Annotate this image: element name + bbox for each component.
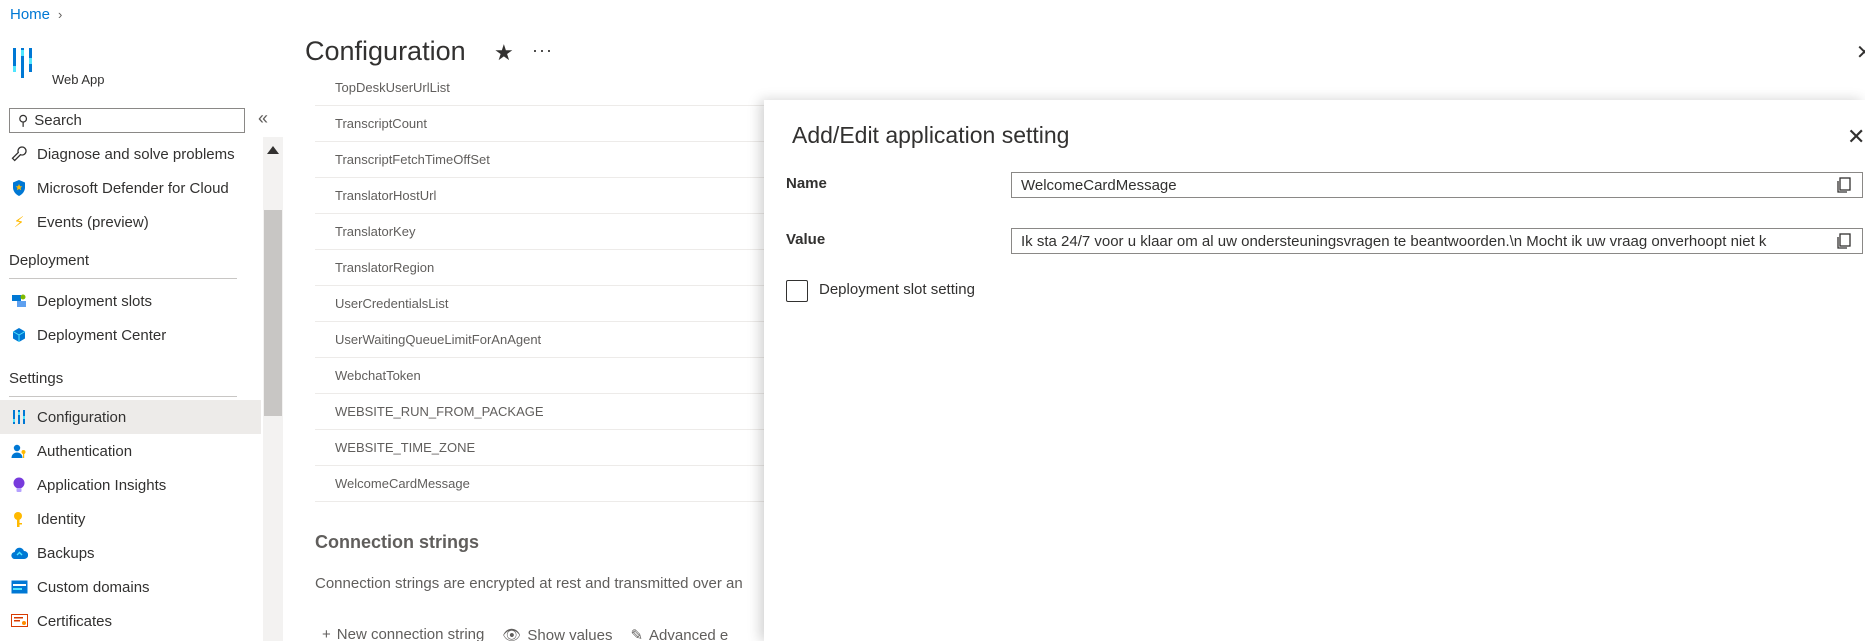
connection-strings-title: Connection strings [315, 532, 480, 552]
sidebar-item-backups[interactable]: Backups [0, 536, 261, 570]
sidebar-item-custom-domains[interactable]: Custom domains [0, 570, 261, 604]
scrollbar-thumb[interactable] [264, 210, 282, 416]
eye-icon: 👁 [502, 627, 522, 641]
section-divider [9, 278, 237, 279]
search-input[interactable]: ⚲ Search [9, 108, 245, 133]
list-item[interactable]: WEBSITE_TIME_ZONE [315, 430, 765, 466]
sidebar-item-deployment-center[interactable]: Deployment Center [0, 318, 261, 352]
plus-icon: + [322, 626, 331, 641]
scroll-up-icon[interactable] [267, 146, 279, 154]
new-connection-string-button[interactable]: + New connection string [322, 626, 484, 641]
list-item[interactable]: WEBSITE_RUN_FROM_PACKAGE [315, 394, 765, 430]
cube-icon [10, 326, 28, 344]
slots-icon [10, 292, 28, 310]
wrench-icon [10, 145, 28, 163]
list-item[interactable]: TopDeskUserUrlList [315, 70, 765, 106]
bulb-icon [10, 476, 28, 494]
show-values-button[interactable]: 👁 Show values [502, 626, 612, 641]
copy-icon[interactable] [1835, 233, 1852, 250]
section-deployment: Deployment [9, 252, 90, 269]
name-field-value: WelcomeCardMessage [1021, 176, 1177, 194]
app-logo-icon [13, 48, 32, 78]
breadcrumb-home-link[interactable]: Home [10, 6, 50, 23]
chevron-right-icon: › [58, 7, 63, 22]
list-item[interactable]: UserWaitingQueueLimitForAnAgent [315, 322, 765, 358]
app-subtitle: Web App [52, 72, 105, 87]
pencil-icon: ✎ [630, 627, 644, 641]
name-label: Name [786, 175, 827, 192]
connection-strings-toolbar: + New connection string 👁 Show values ✎ Adv… [322, 626, 728, 641]
sidebar-item-diagnose[interactable]: Diagnose and solve problems [0, 137, 261, 171]
list-item[interactable]: WebchatToken [315, 358, 765, 394]
favorite-star-icon[interactable]: ★ [494, 40, 514, 66]
connection-strings-description: Connection strings are encrypted at rest… [315, 575, 743, 592]
domain-icon [10, 578, 28, 596]
sidebar-item-application-insights[interactable]: Application Insights [0, 468, 261, 502]
list-item[interactable]: TranslatorHostUrl [315, 178, 765, 214]
breadcrumb: Home › [10, 6, 62, 23]
name-field[interactable]: WelcomeCardMessage [1011, 172, 1863, 198]
sidebar-item-defender[interactable]: Microsoft Defender for Cloud [0, 171, 261, 205]
sidebar: Diagnose and solve problems Microsoft De… [0, 137, 261, 641]
list-item[interactable]: WelcomeCardMessage [315, 466, 765, 502]
sidebar-item-deployment-slots[interactable]: Deployment slots [0, 284, 261, 318]
edit-setting-panel: Add/Edit application setting ✕ Name Welc… [764, 100, 1865, 641]
key-icon [10, 510, 28, 528]
advanced-edit-button[interactable]: ✎ Advanced e [630, 626, 728, 641]
list-item[interactable]: TranscriptCount [315, 106, 765, 142]
page-title: Configuration [305, 36, 466, 66]
close-blade-icon[interactable]: ✕ [1856, 40, 1865, 65]
sidebar-item-authentication[interactable]: Authentication [0, 434, 261, 468]
collapse-sidebar-icon[interactable]: « [258, 108, 268, 129]
sidebar-item-identity[interactable]: Identity [0, 502, 261, 536]
list-item[interactable]: TranslatorKey [315, 214, 765, 250]
deployment-slot-checkbox[interactable] [786, 280, 808, 302]
list-item[interactable]: UserCredentialsList [315, 286, 765, 322]
more-options-icon[interactable]: ··· [532, 40, 553, 61]
deployment-slot-label: Deployment slot setting [819, 281, 975, 298]
search-placeholder: Search [34, 112, 82, 129]
section-divider [9, 396, 237, 397]
section-settings: Settings [9, 370, 64, 387]
sidebar-item-events[interactable]: ⚡ Events (preview) [0, 205, 261, 239]
lightning-icon: ⚡ [13, 214, 25, 231]
value-field[interactable]: Ik sta 24/7 voor u klaar om al uw onders… [1011, 228, 1863, 254]
close-icon[interactable]: ✕ [1847, 124, 1865, 150]
search-icon: ⚲ [18, 112, 29, 128]
value-label: Value [786, 231, 826, 248]
user-key-icon [10, 442, 28, 460]
config-icon [10, 408, 28, 426]
value-field-value: Ik sta 24/7 voor u klaar om al uw onders… [1021, 232, 1767, 250]
shield-icon [10, 179, 28, 197]
list-item[interactable]: TranslatorRegion [315, 250, 765, 286]
sidebar-item-certificates[interactable]: Certificates [0, 604, 261, 638]
list-item[interactable]: TranscriptFetchTimeOffSet [315, 142, 765, 178]
sidebar-item-configuration[interactable]: Configuration [0, 400, 261, 434]
copy-icon[interactable] [1835, 177, 1852, 194]
panel-title: Add/Edit application setting [792, 122, 1070, 148]
certificate-icon [10, 612, 28, 630]
cloud-icon [10, 544, 28, 562]
